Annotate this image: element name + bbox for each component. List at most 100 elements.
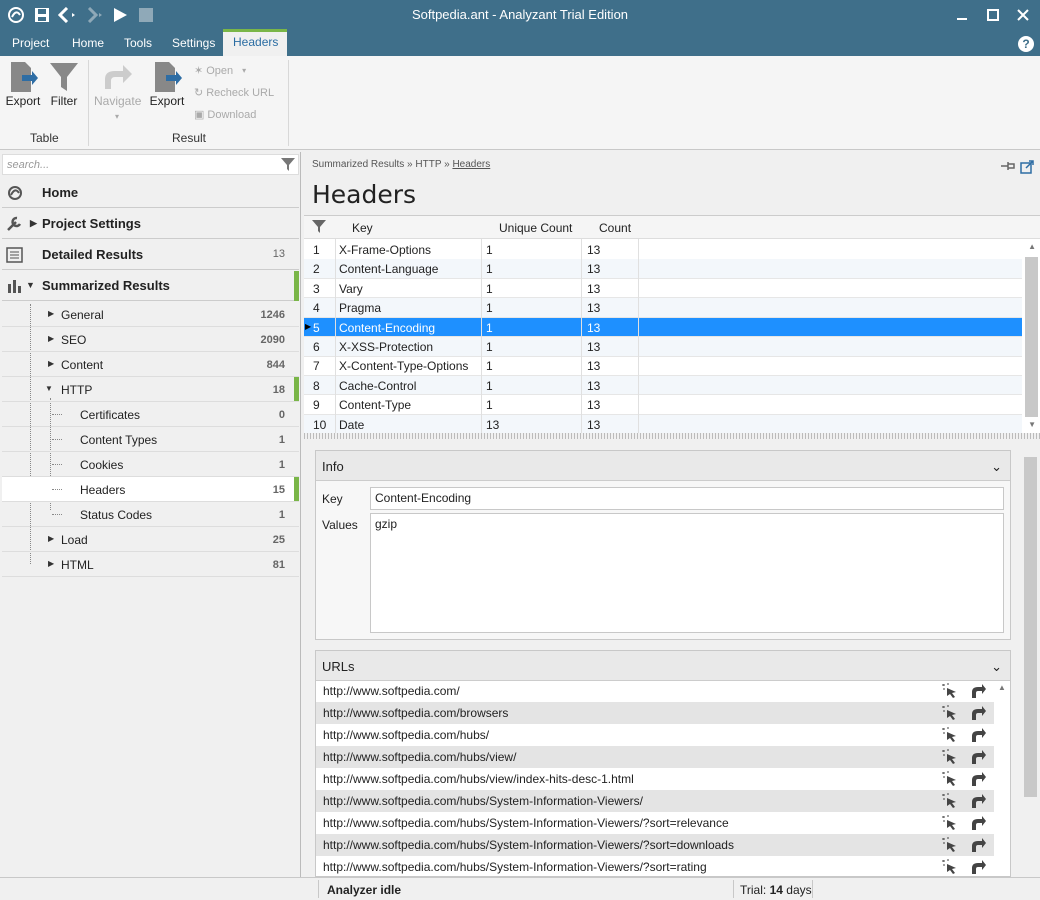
main-scrollbar[interactable] xyxy=(1023,457,1037,877)
table-row[interactable]: 2 Content-Language 1 13 xyxy=(304,259,1022,279)
expand-arrow-icon[interactable]: ▶ xyxy=(48,559,54,568)
table-row[interactable]: 6 X-XSS-Protection 1 13 xyxy=(304,337,1022,357)
sidebar-item-cookies[interactable]: Cookies 1 xyxy=(2,452,299,477)
sidebar-item-http[interactable]: ▼ HTTP 18 xyxy=(2,377,299,402)
table-row[interactable]: 8 Cache-Control 1 13 xyxy=(304,375,1022,396)
collapse-arrow-icon[interactable]: ▼ xyxy=(45,384,53,393)
scroll-up-icon[interactable]: ▲ xyxy=(1028,242,1036,251)
open-button[interactable]: ✶ Open ▾ xyxy=(194,64,246,78)
sidebar-item-general[interactable]: ▶ General 1246 xyxy=(2,302,299,327)
breadcrumb-http[interactable]: HTTP xyxy=(415,159,441,170)
tab-project[interactable]: Project xyxy=(2,31,59,56)
close-icon[interactable] xyxy=(1013,6,1033,24)
breadcrumb-summarized-results[interactable]: Summarized Results xyxy=(312,159,404,170)
navigate-button[interactable]: Navigate ▾ xyxy=(94,60,141,121)
sidebar-item-content-types[interactable]: Content Types 1 xyxy=(2,427,299,452)
table-row[interactable]: 3 Vary 1 13 xyxy=(304,279,1022,299)
maximize-icon[interactable] xyxy=(983,6,1003,24)
recheck-url-icon[interactable] xyxy=(970,837,986,856)
scroll-up-icon[interactable]: ▲ xyxy=(998,683,1006,692)
urls-panel-header[interactable]: URLs ⌄ xyxy=(316,651,1010,681)
splitter[interactable] xyxy=(304,433,1040,439)
filter-icon[interactable] xyxy=(281,157,295,174)
expand-arrow-icon[interactable]: ▶ xyxy=(48,359,54,368)
column-key[interactable]: Key xyxy=(352,221,373,235)
export-table-button[interactable]: Export xyxy=(1,60,45,114)
tab-home[interactable]: Home xyxy=(62,31,114,56)
open-url-icon[interactable] xyxy=(942,859,958,876)
table-row[interactable]: ▶ 5 Content-Encoding 1 13 xyxy=(304,317,1022,338)
table-row[interactable]: 7 X-Content-Type-Options 1 13 xyxy=(304,356,1022,376)
tab-settings[interactable]: Settings xyxy=(162,31,225,56)
sidebar-item-html[interactable]: ▶ HTML 81 xyxy=(2,552,299,577)
recheck-url-button[interactable]: ↻ Recheck URL xyxy=(194,86,274,100)
sidebar-item-headers[interactable]: Headers 15 xyxy=(2,477,299,502)
sidebar-item-load[interactable]: ▶ Load 25 xyxy=(2,527,299,552)
open-url-icon[interactable] xyxy=(942,815,958,834)
scrollbar-thumb[interactable] xyxy=(1024,457,1037,797)
recheck-url-icon[interactable] xyxy=(970,815,986,834)
sidebar-item-project-settings[interactable]: ▶ Project Settings xyxy=(2,209,299,239)
column-unique-count[interactable]: Unique Count xyxy=(499,221,572,235)
sidebar-item-summarized-results[interactable]: ▼ Summarized Results xyxy=(2,271,299,301)
table-row[interactable]: 1 X-Frame-Options 1 13 xyxy=(304,240,1022,260)
sidebar-item-seo[interactable]: ▶ SEO 2090 xyxy=(2,327,299,352)
url-row[interactable]: http://www.softpedia.com/ xyxy=(316,680,994,702)
url-row[interactable]: http://www.softpedia.com/browsers xyxy=(316,702,994,724)
recheck-url-icon[interactable] xyxy=(970,793,986,812)
open-url-icon[interactable] xyxy=(942,749,958,768)
sidebar-item-certificates[interactable]: Certificates 0 xyxy=(2,402,299,427)
open-url-icon[interactable] xyxy=(942,683,958,702)
sidebar-item-status-codes[interactable]: Status Codes 1 xyxy=(2,502,299,527)
open-url-icon[interactable] xyxy=(942,837,958,856)
url-row[interactable]: http://www.softpedia.com/hubs/ xyxy=(316,724,994,746)
expand-arrow-icon[interactable]: ▶ xyxy=(48,534,54,543)
export-result-button[interactable]: Export xyxy=(145,60,189,114)
filter-icon[interactable] xyxy=(312,219,326,236)
sidebar-item-home[interactable]: Home xyxy=(2,178,299,208)
table-scrollbar[interactable] xyxy=(1025,257,1038,417)
minimize-icon[interactable] xyxy=(952,6,972,24)
expand-arrow-icon[interactable]: ▶ xyxy=(30,218,37,229)
key-field[interactable]: Content-Encoding xyxy=(370,487,1004,510)
tab-headers[interactable]: Headers xyxy=(223,29,287,56)
recheck-url-icon[interactable] xyxy=(970,749,986,768)
search-input[interactable]: search... xyxy=(2,154,299,175)
url-row[interactable]: http://www.softpedia.com/hubs/System-Inf… xyxy=(316,812,994,834)
scroll-down-icon[interactable]: ▼ xyxy=(1028,420,1036,429)
open-url-icon[interactable] xyxy=(942,793,958,812)
url-row[interactable]: http://www.softpedia.com/hubs/System-Inf… xyxy=(316,790,994,812)
url-row[interactable]: http://www.softpedia.com/hubs/view/index… xyxy=(316,768,994,790)
open-url-icon[interactable] xyxy=(942,705,958,724)
breadcrumb-headers[interactable]: Headers xyxy=(452,159,490,170)
recheck-url-icon[interactable] xyxy=(970,727,986,746)
info-panel-header[interactable]: Info ⌄ xyxy=(316,451,1010,481)
recheck-url-icon[interactable] xyxy=(970,859,986,876)
table-row[interactable]: 9 Content-Type 1 13 xyxy=(304,395,1022,415)
open-url-icon[interactable] xyxy=(942,771,958,790)
values-field[interactable]: gzip xyxy=(370,513,1004,633)
url-row[interactable]: http://www.softpedia.com/hubs/view/ xyxy=(316,746,994,768)
expand-arrow-icon[interactable]: ▶ xyxy=(48,334,54,343)
column-count[interactable]: Count xyxy=(599,221,631,235)
recheck-url-icon[interactable] xyxy=(970,771,986,790)
url-row[interactable]: http://www.softpedia.com/hubs/System-Inf… xyxy=(316,856,994,876)
help-icon[interactable]: ? xyxy=(1018,36,1034,52)
pin-icon[interactable] xyxy=(1000,160,1016,175)
sidebar-item-content[interactable]: ▶ Content 844 xyxy=(2,352,299,377)
table-row[interactable]: 10 Date 13 13 xyxy=(304,414,1022,435)
download-button[interactable]: ▣ Download xyxy=(194,108,256,122)
table-row[interactable]: 4 Pragma 1 13 xyxy=(304,298,1022,318)
url-row[interactable]: http://www.softpedia.com/hubs/System-Inf… xyxy=(316,834,994,856)
recheck-url-icon[interactable] xyxy=(970,705,986,724)
chevron-down-icon[interactable]: ⌄ xyxy=(991,659,1002,675)
open-url-icon[interactable] xyxy=(942,727,958,746)
filter-button[interactable]: Filter xyxy=(42,60,86,114)
recheck-url-icon[interactable] xyxy=(970,683,986,702)
sidebar-item-detailed-results[interactable]: Detailed Results 13 xyxy=(2,240,299,270)
chevron-down-icon[interactable]: ⌄ xyxy=(991,459,1002,475)
popout-icon[interactable] xyxy=(1020,160,1034,177)
expand-arrow-icon[interactable]: ▶ xyxy=(48,309,54,318)
tab-tools[interactable]: Tools xyxy=(114,31,162,56)
collapse-arrow-icon[interactable]: ▼ xyxy=(26,280,35,290)
